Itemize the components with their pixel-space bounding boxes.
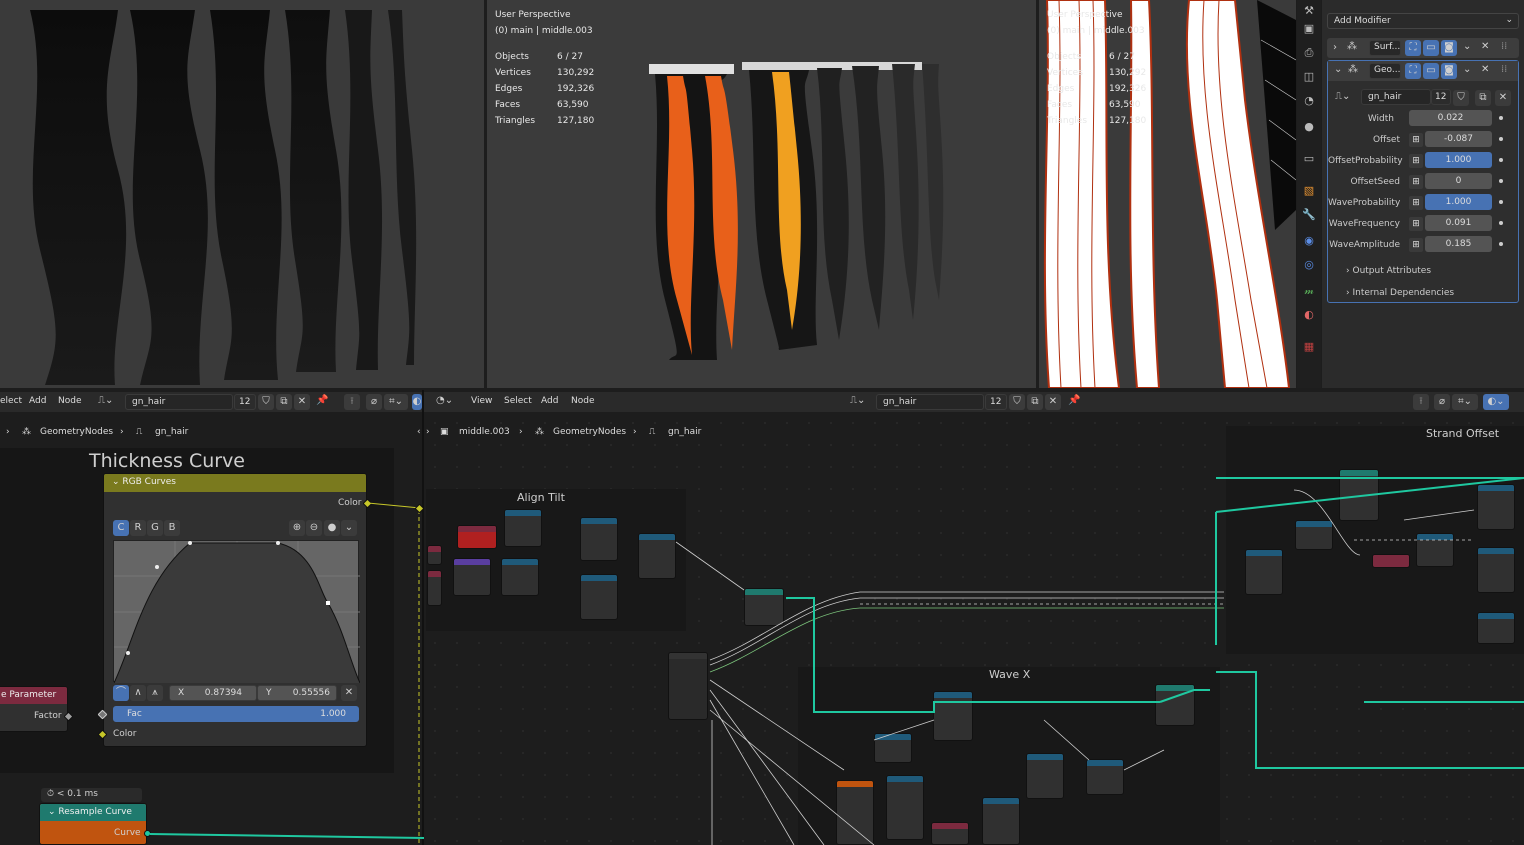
node-tree-icon[interactable]: ⎍⌄ [1335,91,1350,102]
drag-handle-icon[interactable]: ⁞⁞ [1501,41,1507,52]
output-attributes-panel[interactable]: › Output Attributes [1346,266,1431,276]
left-links [149,502,424,845]
modifier-name-field[interactable]: Geo... [1369,63,1401,79]
offset-seed-field[interactable]: 0 [1425,173,1492,189]
view-title: User Perspective [495,10,571,20]
stat-objects: Objects 6 / 27 [495,52,583,62]
wave-amplitude-field[interactable]: 0.185 [1425,236,1492,252]
stat-vertices: Vertices 130,292 [495,68,595,78]
tool-icon[interactable]: ⚒ [1302,4,1316,18]
wave-probability-field[interactable]: 1.000 [1425,194,1492,210]
stat-edges: Edges 192,326 [495,84,595,94]
chevron-right-icon[interactable]: › [1333,42,1337,53]
hair-render-left [30,10,417,385]
chevron-right-icon: › [1346,266,1350,276]
viewport-overlay: User Perspective (0) main | middle.003 O… [495,7,594,129]
offset-field[interactable]: -0.087 [1425,131,1492,147]
viewport-toggle-icon[interactable]: ▭ [1423,40,1439,56]
view-title: User Perspective [1047,10,1123,20]
chevron-down-icon[interactable]: ⌄ [1463,41,1471,52]
render-toggle-icon[interactable]: ◙ [1441,63,1457,79]
edit-mode-toggle-icon[interactable]: ⛶ [1405,63,1421,79]
keyframe-dot-icon[interactable] [1499,200,1503,204]
attribute-toggle-icon[interactable]: ⊞ [1409,175,1423,189]
keyframe-dot-icon[interactable] [1499,158,1503,162]
viewport-center[interactable]: User Perspective (0) main | middle.003 O… [487,0,1036,388]
keyframe-dot-icon[interactable] [1499,221,1503,225]
keyframe-dot-icon[interactable] [1499,116,1503,120]
keyframe-dot-icon[interactable] [1499,179,1503,183]
geometry-nodes-icon: ⁂ [1348,64,1358,75]
modifier-surface-deform[interactable]: › ⁂ Surf... ⛶ ▭ ◙ ⌄ ✕ ⁞⁞ [1327,38,1519,58]
scene-icon[interactable]: ◔ [1302,94,1316,108]
close-icon[interactable]: ✕ [1481,41,1489,52]
texture-icon[interactable]: ▦ [1302,340,1316,354]
edit-mode-toggle-icon[interactable]: ⛶ [1405,40,1421,56]
view-layer-icon[interactable]: ◫ [1302,70,1316,84]
viewport-overlay-right: User Perspective (0) main | middle.003 O… [1047,7,1146,129]
view-subtitle: (0) main | middle.003 [495,26,593,36]
collection-icon[interactable]: ▭ [1302,152,1316,166]
close-icon[interactable]: ✕ [1481,64,1489,75]
attribute-toggle-icon[interactable]: ⊞ [1409,133,1423,147]
attribute-toggle-icon[interactable]: ⊞ [1409,217,1423,231]
object-icon[interactable]: ▧ [1302,184,1316,198]
wave-frequency-field[interactable]: 0.091 [1425,215,1492,231]
stat-objects: Objects 6 / 27 [1047,52,1135,62]
fake-user-icon[interactable]: ⛉ [1453,90,1469,106]
viewport-left[interactable] [0,0,484,388]
view-subtitle: (0) main | middle.003 [1047,26,1145,36]
stat-vertices: Vertices 130,292 [1047,68,1147,78]
modifier-name-field[interactable]: Surf... [1369,40,1401,56]
attribute-toggle-icon[interactable]: ⊞ [1409,196,1423,210]
modifier-geo-header[interactable]: ⌄ ⁂ Geo... ⛶ ▭ ◙ ⌄ ✕ ⁞⁞ [1328,61,1518,81]
internal-dependencies-panel[interactable]: › Internal Dependencies [1346,288,1454,298]
stat-edges: Edges 192,326 [1047,84,1147,94]
output-icon[interactable]: ⎙ [1302,46,1316,60]
chevron-down-icon[interactable]: ⌄ [1463,64,1471,75]
stat-faces: Faces 63,590 [1047,100,1141,110]
unlink-icon[interactable]: ✕ [1495,90,1511,106]
drag-handle-icon[interactable]: ⁞⁞ [1501,64,1507,75]
node-group-selector[interactable]: ⎍⌄ gn_hair 12 ⛉ ⧉ ✕ [1335,89,1513,107]
attribute-toggle-icon[interactable]: ⊞ [1409,154,1423,168]
chevron-down-icon: ⌄ [1505,15,1513,25]
constraints-icon[interactable]: 𝓂 [1302,284,1316,298]
particles-icon[interactable]: ◉ [1302,234,1316,248]
render-icon[interactable]: ▣ [1302,22,1316,36]
chevron-right-icon: › [1346,288,1350,298]
offset-probability-field[interactable]: 1.000 [1425,152,1492,168]
stat-triangles: Triangles 127,180 [1047,116,1147,126]
chevron-down-icon[interactable]: ⌄ [1334,64,1342,75]
duplicate-icon[interactable]: ⧉ [1475,90,1491,106]
material-icon[interactable]: ◐ [1302,308,1316,322]
modifier-type-icon: ⁂ [1347,41,1357,52]
stat-faces: Faces 63,590 [495,100,589,110]
viewport-toggle-icon[interactable]: ▭ [1423,63,1439,79]
width-field[interactable]: 0.022 [1409,110,1492,126]
world-icon[interactable]: ● [1302,120,1316,134]
stat-triangles: Triangles 127,180 [495,116,595,126]
right-links [675,477,1524,845]
attribute-toggle-icon[interactable]: ⊞ [1409,238,1423,252]
physics-icon[interactable]: ◎ [1302,258,1316,272]
viewport-right[interactable]: User Perspective (0) main | middle.003 O… [1039,0,1296,388]
keyframe-dot-icon[interactable] [1499,242,1503,246]
render-toggle-icon[interactable]: ◙ [1441,40,1457,56]
keyframe-dot-icon[interactable] [1499,137,1503,141]
modifier-icon[interactable]: 🔧 [1302,208,1316,222]
node-group-users[interactable]: 12 [1431,89,1451,105]
add-modifier-dropdown[interactable]: Add Modifier ⌄ [1327,13,1519,29]
node-group-name-field[interactable]: gn_hair [1361,89,1431,105]
